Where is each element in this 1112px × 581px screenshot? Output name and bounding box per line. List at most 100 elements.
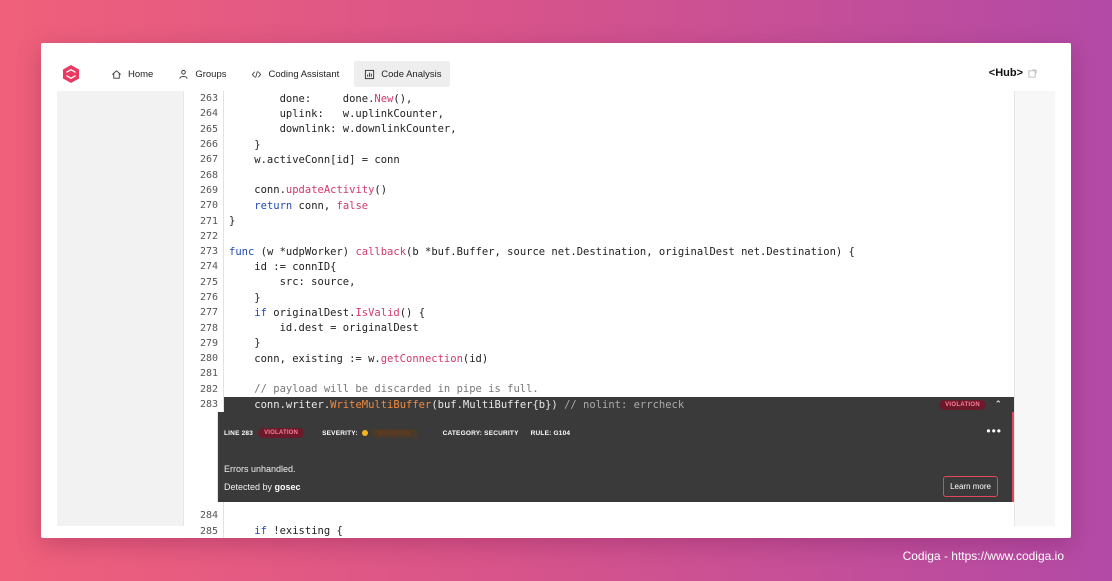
line-number[interactable]: 282	[184, 381, 224, 397]
code-token: }	[229, 337, 261, 350]
code-token: !existing {	[266, 525, 343, 538]
nav-coding-assistant[interactable]: Coding Assistant	[242, 61, 349, 87]
code-text: conn, existing := w.getConnection(id)	[224, 353, 488, 365]
code-line: 275 src: source,	[184, 274, 1014, 290]
home-icon	[110, 68, 122, 80]
line-number[interactable]: 275	[184, 274, 224, 290]
line-number[interactable]: 263	[184, 91, 224, 107]
code-text: w.activeConn[id] = conn	[224, 153, 400, 166]
code-line: 267 w.activeConn[id] = conn	[184, 152, 1014, 168]
code-token: (id)	[462, 352, 489, 365]
code-viewer[interactable]: 263 done: done.New(), 264 uplink: w.uplin…	[183, 91, 1015, 538]
line-number[interactable]: 264	[184, 106, 224, 122]
line-number[interactable]: 267	[184, 152, 224, 168]
detected-by: Detected by gosec	[224, 482, 301, 492]
violation-panel: LINE 283 VIOLATION SEVERITY: WARNING CATEGOR…	[184, 412, 1014, 503]
code-token: func	[229, 245, 255, 258]
code-token: }	[229, 291, 261, 304]
right-margin	[1015, 91, 1055, 526]
code-text: downlink: w.downlinkCounter,	[224, 123, 457, 135]
severity-label: SEVERITY:	[322, 429, 358, 437]
chevron-up-icon[interactable]: ⌃	[994, 399, 1002, 410]
app-window: Home Groups Coding Assistant Code Analys…	[41, 43, 1071, 538]
line-number[interactable]: 285	[184, 523, 224, 538]
code-line: 274 id := connID{	[184, 259, 1014, 275]
main-content: 263 done: done.New(), 264 uplink: w.uplin…	[57, 91, 1055, 538]
code-token: conn, existing := w.	[229, 352, 381, 365]
code-line: 273 func (w *udpWorker) callback(b *buf.B…	[184, 243, 1014, 260]
code-text: conn.updateActivity()	[224, 184, 387, 196]
violation-message: Errors unhandled.	[224, 464, 296, 475]
panel-gutter	[184, 412, 218, 503]
line-number[interactable]: 278	[184, 320, 224, 336]
code-token: callback	[355, 245, 407, 258]
code-text: if originalDest.IsValid() {	[224, 307, 425, 319]
code-token: downlink: w.downlinkCounter,	[229, 123, 457, 136]
more-options-icon[interactable]: •••	[986, 424, 1002, 438]
violation-badge: VIOLATION	[258, 428, 305, 439]
code-line: 264 uplink: w.uplinkCounter,	[184, 106, 1014, 122]
line-number[interactable]: 266	[184, 136, 224, 153]
nav-home[interactable]: Home	[101, 61, 162, 87]
line-number[interactable]: 271	[184, 213, 224, 229]
hub-label: <Hub>	[988, 67, 1023, 79]
code-token: originalDest.	[266, 306, 356, 319]
code-line: 263 done: done.New(),	[184, 91, 1014, 107]
line-number[interactable]: 276	[184, 289, 224, 306]
top-navigation-bar: Home Groups Coding Assistant Code Analys…	[41, 43, 1071, 91]
main-nav: Home Groups Coding Assistant Code Analys…	[101, 61, 456, 87]
code-text: }	[224, 337, 261, 350]
line-number[interactable]: 268	[184, 167, 224, 183]
line-number[interactable]: 277	[184, 305, 224, 321]
code-line: 271}	[184, 213, 1014, 229]
hub-link[interactable]: <Hub>	[989, 67, 1037, 79]
code-token: w.activeConn[id] = conn	[229, 153, 400, 166]
line-number[interactable]: 265	[184, 121, 224, 137]
codiga-logo-icon[interactable]	[61, 64, 81, 84]
credit-text: Codiga - https://www.codiga.io	[902, 549, 1064, 563]
line-number[interactable]: 284	[184, 508, 224, 524]
nav-groups-label: Groups	[195, 68, 227, 80]
code-token: src: source,	[229, 276, 356, 289]
line-number[interactable]: 274	[184, 259, 224, 275]
code-text: conn.writer.WriteMultiBuffer(buf.MultiBu…	[224, 399, 684, 411]
learn-more-button[interactable]: Learn more	[943, 476, 998, 498]
code-token: }	[229, 138, 261, 151]
code-token: return	[254, 199, 293, 212]
code-line: 281	[184, 366, 1014, 382]
code-icon	[251, 68, 263, 80]
line-number[interactable]: 273	[184, 243, 224, 260]
severity-value: WARNING	[371, 428, 417, 438]
violation-meta: LINE 283 VIOLATION SEVERITY: WARNING CATEGOR…	[224, 428, 570, 439]
code-line: 268	[184, 167, 1014, 183]
line-number[interactable]: 283	[184, 396, 224, 413]
code-line: 280 conn, existing := w.getConnection(id…	[184, 351, 1014, 367]
code-line: 265 downlink: w.downlinkCounter,	[184, 121, 1014, 137]
line-number[interactable]: 272	[184, 228, 224, 244]
line-number[interactable]: 281	[184, 366, 224, 382]
code-token: done: done.	[229, 92, 375, 105]
code-token: (w *udpWorker)	[254, 245, 356, 258]
nav-groups[interactable]: Groups	[168, 61, 235, 87]
code-line: 276 }	[184, 289, 1014, 306]
line-number[interactable]: 269	[184, 182, 224, 199]
line-number[interactable]: 270	[184, 198, 224, 214]
line-number[interactable]: 279	[184, 335, 224, 352]
line-number[interactable]: 280	[184, 351, 224, 367]
code-token: updateActivity	[285, 184, 375, 197]
code-line: 283 conn.writer.WriteMultiBuffer(buf.Mul…	[184, 396, 1014, 413]
code-token: if	[254, 525, 267, 538]
nav-code-analysis[interactable]: Code Analysis	[354, 61, 451, 87]
code-token: }	[229, 215, 236, 228]
detector-name: gosec	[274, 482, 301, 493]
code-token: if	[254, 306, 267, 319]
code-text: uplink: w.uplinkCounter,	[224, 108, 444, 120]
code-token: conn.writer.	[229, 398, 331, 411]
code-token: WriteMultiBuffer	[330, 398, 432, 411]
category-label: CATEGORY: SECURITY	[442, 429, 519, 437]
code-line: 272	[184, 228, 1014, 244]
code-token: // nolint: errcheck	[564, 398, 685, 411]
analysis-icon	[363, 68, 375, 80]
code-text: return conn, false	[224, 200, 368, 212]
